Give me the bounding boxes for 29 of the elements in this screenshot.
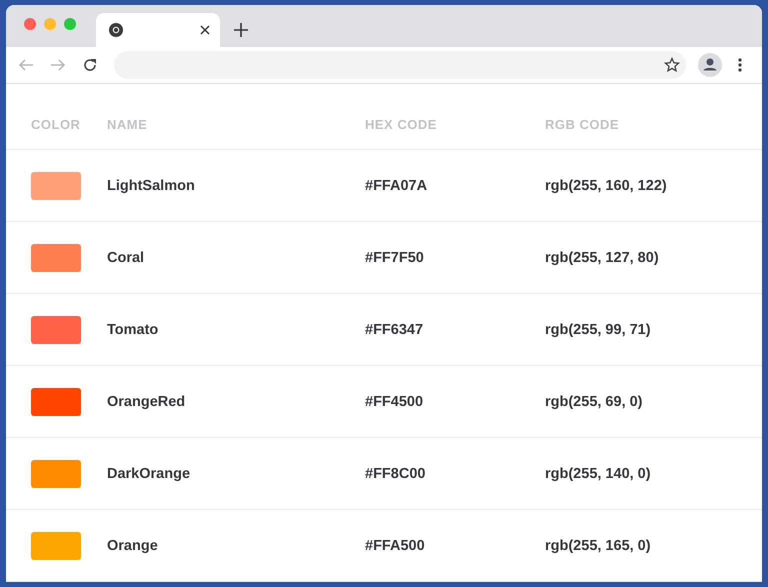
profile-icon[interactable] <box>698 53 722 77</box>
hex-code: #FF7F50 <box>365 250 424 266</box>
rgb-code: rgb(255, 160, 122) <box>545 178 667 194</box>
rgb-code: rgb(255, 99, 71) <box>545 322 651 338</box>
rgb-code: rgb(255, 140, 0) <box>545 466 651 482</box>
star-icon[interactable] <box>664 57 680 73</box>
reload-icon[interactable] <box>82 57 98 73</box>
column-header: HEX CODE <box>365 116 437 132</box>
color-name: OrangeRed <box>107 394 186 410</box>
color-name: Tomato <box>107 322 158 338</box>
close-icon[interactable] <box>200 24 210 35</box>
column-header: NAME <box>107 116 148 132</box>
color-name: DarkOrange <box>107 466 190 482</box>
column-header: RGB CODE <box>545 116 620 132</box>
plus-icon[interactable] <box>234 22 248 37</box>
color-name: LightSalmon <box>107 178 195 194</box>
rgb-code: rgb(255, 127, 80) <box>545 250 659 266</box>
rgb-code: rgb(255, 165, 0) <box>545 538 651 554</box>
color-name: Orange <box>107 538 158 554</box>
hex-code: #FF6347 <box>365 322 424 338</box>
hex-code: #FF8C00 <box>365 466 426 482</box>
hex-code: #FF4500 <box>365 394 424 410</box>
browser-tab[interactable] <box>96 13 220 47</box>
rgb-code: rgb(255, 69, 0) <box>545 394 643 410</box>
column-header: COLOR <box>31 116 80 132</box>
menu-icon[interactable] <box>738 57 742 73</box>
hex-code: #FFA07A <box>365 178 428 194</box>
hex-code: #FFA500 <box>365 538 425 554</box>
color-name: Coral <box>107 250 144 266</box>
